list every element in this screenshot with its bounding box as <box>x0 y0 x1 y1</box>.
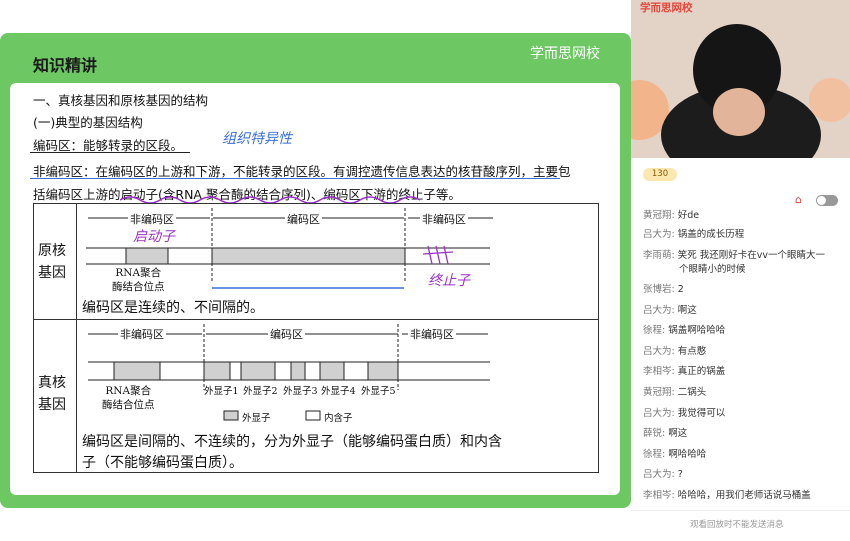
prokaryote-region-left: 非编码区 <box>128 211 176 227</box>
legend-intron: 内含子 <box>324 413 353 424</box>
exon-label: 外显子1 <box>204 386 239 397</box>
toggle-knob <box>817 196 826 205</box>
chat-message: 吕大为: ? <box>643 469 683 480</box>
chat-message: 吕大为: 我觉得可以 <box>643 408 726 419</box>
like-counter[interactable]: 130 <box>643 168 677 181</box>
prokaryote-note: 编码区是连续的、不间隔的。 <box>82 300 264 316</box>
heading-1: 一、真核基因和原核基因的结构 <box>33 93 209 108</box>
chat-message: 李相岑: 哈哈哈，用我们老师话说马桶盖 <box>643 490 811 501</box>
exon-label: 外显子3 <box>283 386 318 397</box>
chat-message-continuation: 个眼睛小的时候 <box>679 264 746 275</box>
exon-label: 外显子5 <box>361 386 396 397</box>
eukaryote-note-line2: 子（不能够编码蛋白质）。 <box>82 455 243 471</box>
home-icon[interactable]: ⌂ <box>795 193 802 206</box>
chat-message: 吕大为: 有点憨 <box>643 346 707 357</box>
eukaryote-region-right: 非编码区 <box>408 326 456 342</box>
danmaku-toggle[interactable] <box>816 195 838 206</box>
prokaryote-rna-label: RNA聚合 酶结合位点 <box>112 267 165 293</box>
eukaryote-rna-label: RNA聚合 酶结合位点 <box>102 385 155 411</box>
chat-message: 黄冠翔: 好de <box>643 210 700 221</box>
legend-exon: 外显子 <box>242 413 271 424</box>
prokaryote-region-mid: 编码区 <box>285 211 322 227</box>
handwriting-note: 组织特异性 <box>222 131 292 147</box>
chat-disabled-notice: 观看回放时不能发送消息 <box>690 520 784 530</box>
eukaryote-region-mid: 编码区 <box>268 326 305 342</box>
chat-message: 薛锐: 啊这 <box>643 428 688 439</box>
handwriting-promoter: 启动子 <box>133 229 175 245</box>
table-divider-vertical <box>76 203 77 473</box>
prokaryote-label: 原核 基因 <box>38 243 66 281</box>
chat-message: 张博岩: 2 <box>643 284 684 295</box>
heading-2: (一)典型的基因结构 <box>33 115 143 130</box>
eukaryote-label: 真核 基因 <box>38 375 66 413</box>
chat-message: 徐程: 锅盖啊哈哈哈 <box>643 325 726 336</box>
handwriting-terminator: 终止子 <box>428 273 470 289</box>
teacher-video <box>631 0 850 158</box>
blue-underline <box>30 178 560 179</box>
teacher-video-frame <box>631 0 850 158</box>
eukaryote-note-line1: 编码区是间隔的、不连续的，分为外显子（能够编码蛋白质）和内含 <box>82 434 502 450</box>
chat-message: 李相岑: 真正的锅盖 <box>643 366 726 377</box>
table-divider-horizontal <box>33 319 599 320</box>
exon-label: 外显子2 <box>243 386 278 397</box>
chat-message: 黄冠翔: 二锅头 <box>643 387 707 398</box>
chat-message: 吕大为: 啊这 <box>643 305 697 316</box>
chat-message: 吕大为: 锅盖的成长历程 <box>643 229 745 240</box>
prokaryote-region-right: 非编码区 <box>420 211 468 227</box>
slide-brand-logo: 学而思网校 <box>530 46 600 62</box>
chat-message: 徐程: 啊哈哈哈 <box>643 449 707 460</box>
eukaryote-region-left: 非编码区 <box>118 326 166 342</box>
underline <box>30 152 190 153</box>
slide-title: 知识精讲 <box>33 56 98 75</box>
exon-label: 外显子4 <box>321 386 356 397</box>
chat-message: 李雨萌: 笑死 我还刚好卡在vv一个眼睛大一 <box>643 250 825 261</box>
video-brand-logo: 学而思网校 <box>640 2 693 14</box>
